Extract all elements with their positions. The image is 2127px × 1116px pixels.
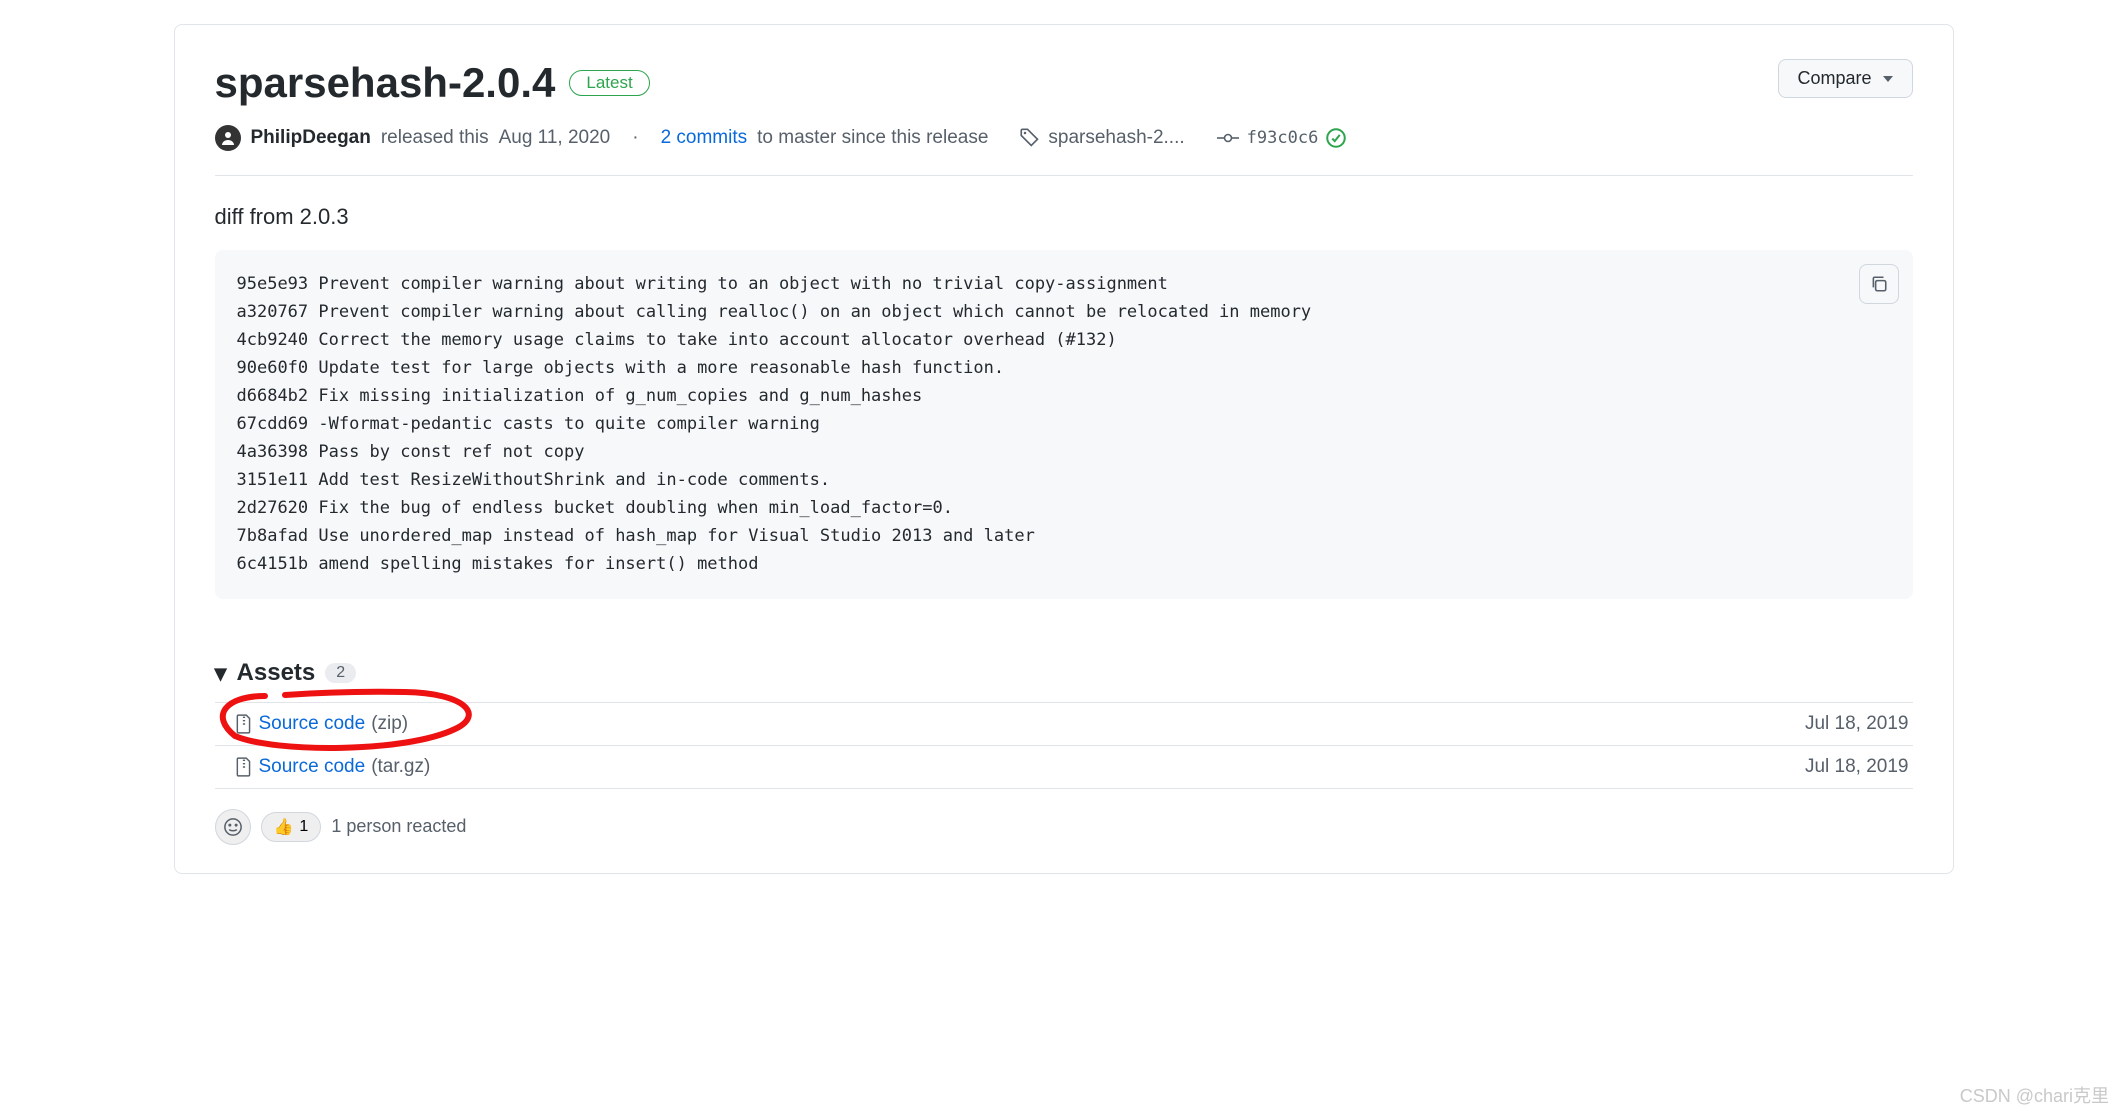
changelog-codeblock: 95e5e93 Prevent compiler warning about w… bbox=[215, 250, 1913, 599]
verified-icon bbox=[1326, 128, 1346, 148]
asset-name[interactable]: Source code bbox=[259, 756, 366, 778]
asset-ext: (zip) bbox=[371, 713, 408, 735]
zip-icon bbox=[235, 714, 253, 734]
release-header: sparsehash-2.0.4 Latest bbox=[215, 59, 1913, 107]
asset-date: Jul 18, 2019 bbox=[1805, 756, 1909, 778]
reactions-row: 👍 1 1 person reacted bbox=[215, 809, 1913, 845]
tag-name: sparsehash-2.... bbox=[1048, 127, 1184, 149]
changelog-text: 95e5e93 Prevent compiler warning about w… bbox=[237, 274, 1312, 574]
asset-date: Jul 18, 2019 bbox=[1805, 713, 1909, 735]
avatar[interactable] bbox=[215, 125, 241, 151]
release-meta: PhilipDeegan released this Aug 11, 2020 … bbox=[215, 125, 1913, 176]
commit-icon bbox=[1217, 130, 1239, 146]
watermark: CSDN @chari克里 bbox=[1960, 1082, 2109, 1108]
smiley-icon bbox=[223, 817, 243, 837]
thumbs-up-reaction[interactable]: 👍 1 bbox=[261, 812, 322, 842]
asset-ext: (tar.gz) bbox=[371, 756, 430, 778]
commit-group[interactable]: f93c0c6 bbox=[1217, 128, 1347, 148]
tag-group[interactable]: sparsehash-2.... bbox=[1020, 127, 1184, 149]
copy-icon bbox=[1870, 275, 1888, 293]
thumbs-count: 1 bbox=[299, 818, 308, 836]
copy-button[interactable] bbox=[1859, 264, 1899, 304]
assets-count: 2 bbox=[325, 663, 356, 683]
assets-label: Assets bbox=[237, 659, 316, 687]
released-text: released this bbox=[381, 127, 489, 149]
release-title: sparsehash-2.0.4 bbox=[215, 59, 556, 107]
release-description: diff from 2.0.3 bbox=[215, 204, 1913, 230]
author-link[interactable]: PhilipDeegan bbox=[251, 127, 371, 149]
asset-row-zip: Source code (zip) Jul 18, 2019 bbox=[215, 703, 1913, 746]
latest-badge: Latest bbox=[569, 70, 649, 96]
asset-row-targz: Source code (tar.gz) Jul 18, 2019 bbox=[215, 746, 1913, 789]
commit-sha: f93c0c6 bbox=[1247, 128, 1319, 148]
triangle-down-icon: ▾ bbox=[215, 659, 227, 688]
avatar-placeholder-icon bbox=[220, 130, 236, 146]
add-reaction-button[interactable] bbox=[215, 809, 251, 845]
assets-header[interactable]: ▾ Assets 2 bbox=[215, 659, 1913, 688]
tag-icon bbox=[1020, 128, 1040, 148]
thumbs-up-icon: 👍 bbox=[274, 817, 294, 837]
release-date: Aug 11, 2020 bbox=[499, 127, 611, 149]
asset-name[interactable]: Source code bbox=[259, 713, 366, 735]
reaction-summary: 1 person reacted bbox=[331, 816, 466, 837]
separator-dot: · bbox=[632, 127, 638, 149]
release-container: Compare sparsehash-2.0.4 Latest PhilipDe… bbox=[174, 24, 1954, 874]
commits-suffix: to master since this release bbox=[757, 127, 988, 149]
commits-link[interactable]: 2 commits bbox=[661, 127, 748, 149]
asset-list: Source code (zip) Jul 18, 2019 Source co… bbox=[215, 702, 1913, 789]
zip-icon bbox=[235, 757, 253, 777]
